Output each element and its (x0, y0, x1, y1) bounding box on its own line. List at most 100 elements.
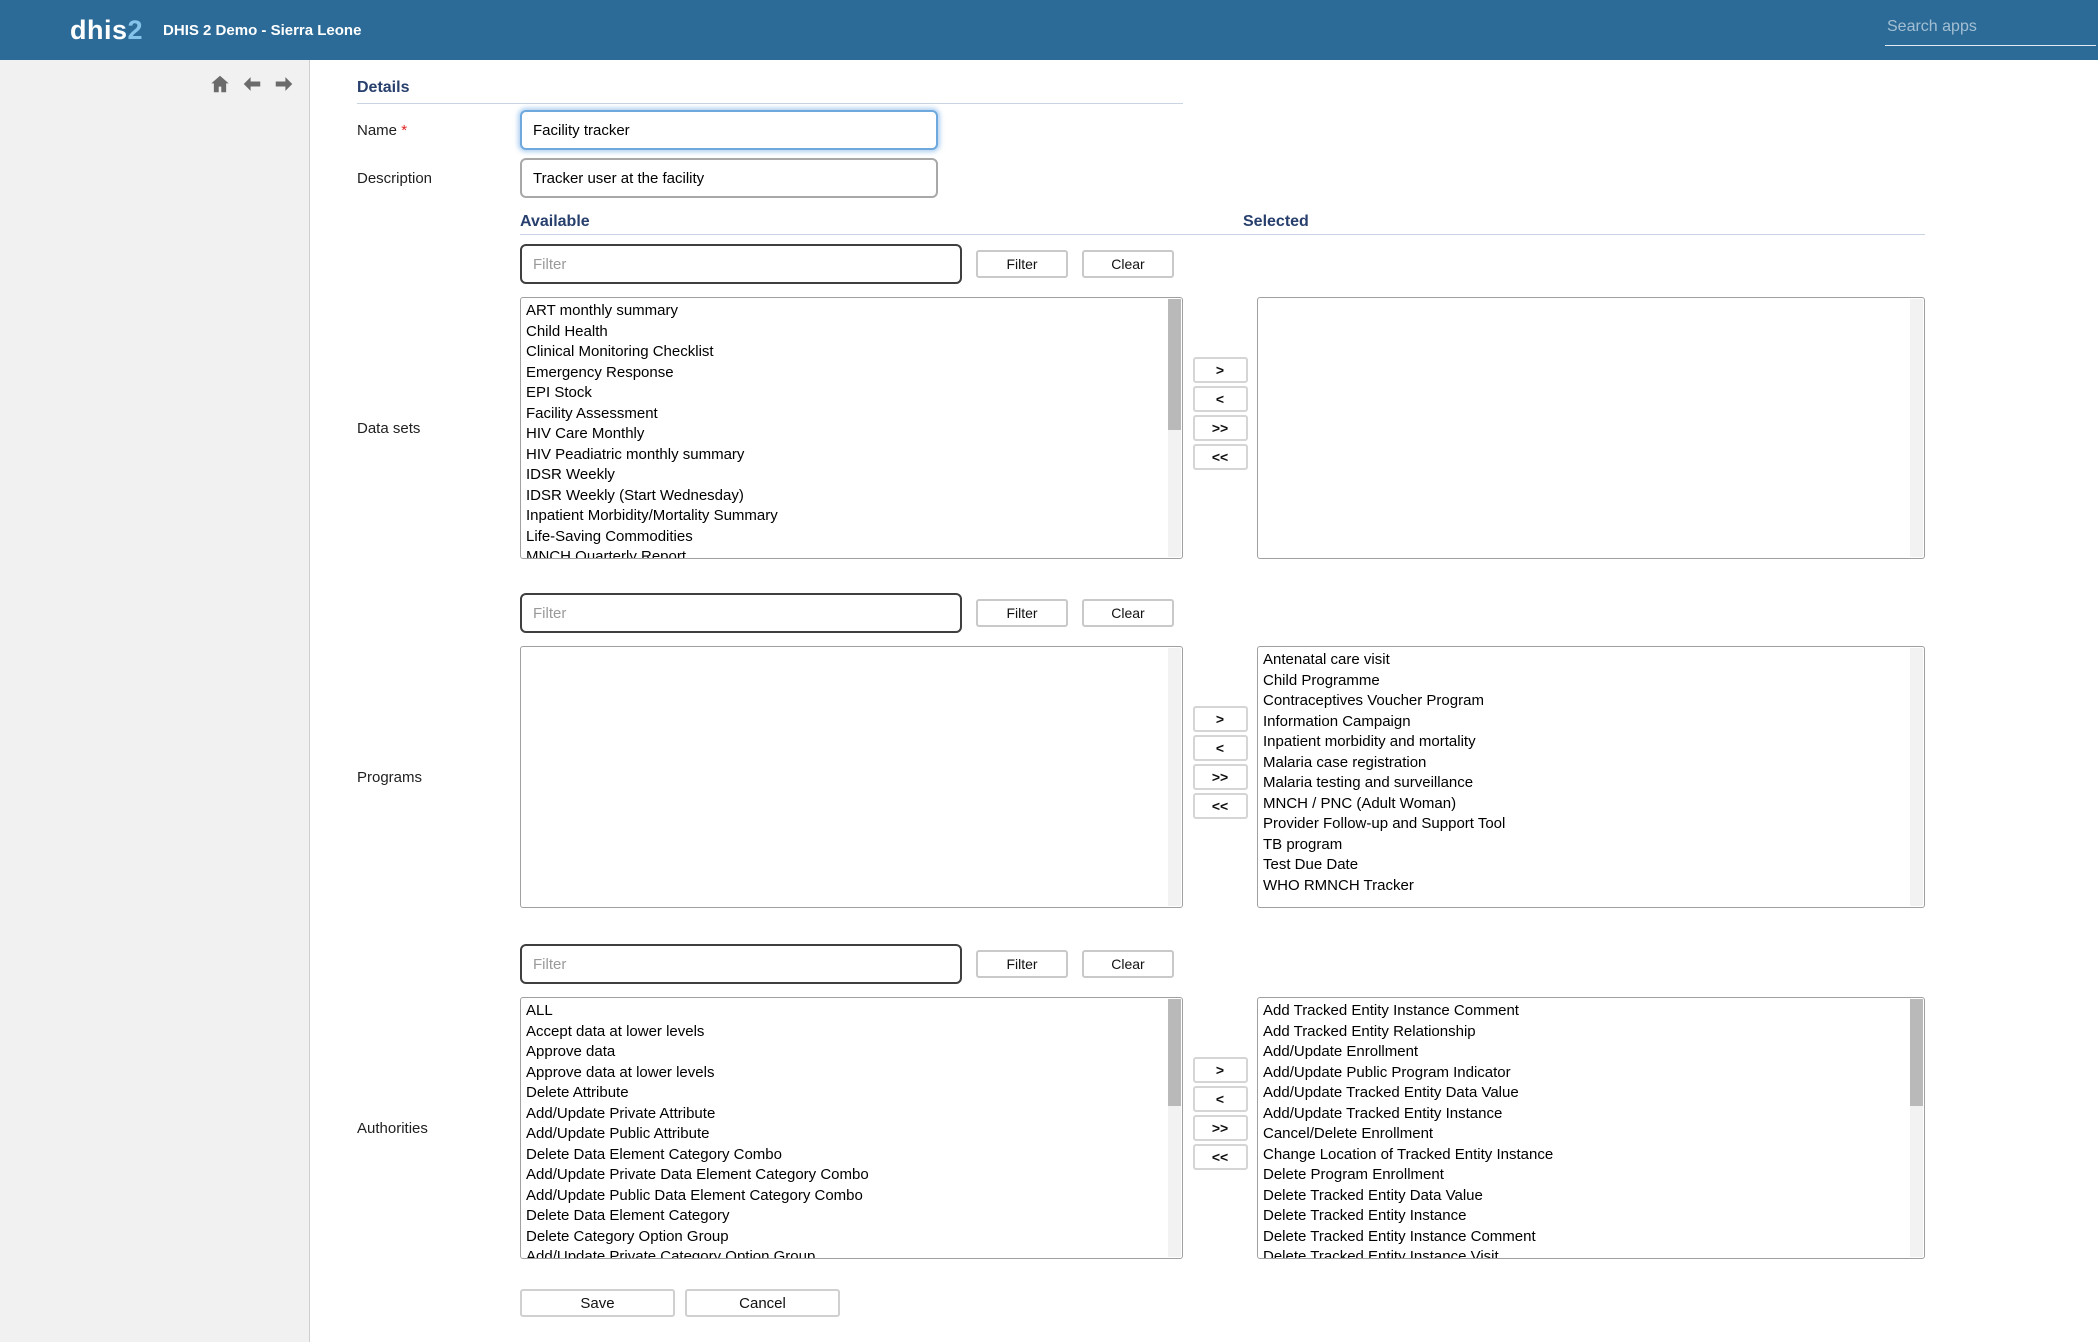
list-item[interactable]: Approve data at lower levels (521, 1063, 1182, 1084)
cancel-button[interactable]: Cancel (685, 1289, 840, 1317)
list-item[interactable]: Add/Update Public Attribute (521, 1124, 1182, 1145)
list-item[interactable]: Provider Follow-up and Support Tool (1258, 814, 1924, 835)
authorities-move-right-button[interactable]: > (1193, 1057, 1248, 1083)
scrollbar-track[interactable] (1168, 299, 1181, 557)
programs-filter-input[interactable] (520, 593, 962, 633)
list-item[interactable]: Delete Program Enrollment (1258, 1165, 1924, 1186)
list-item[interactable]: Test Due Date (1258, 855, 1924, 876)
list-item[interactable]: TB program (1258, 835, 1924, 856)
list-item[interactable]: Delete Attribute (521, 1083, 1182, 1104)
list-item[interactable]: Child Health (521, 322, 1182, 343)
scrollbar-track[interactable] (1910, 648, 1923, 906)
list-item[interactable]: Add/Update Tracked Entity Instance (1258, 1104, 1924, 1125)
list-item[interactable]: Cancel/Delete Enrollment (1258, 1124, 1924, 1145)
list-item[interactable]: MNCH Quarterly Report (521, 547, 1182, 559)
authorities-selected-list[interactable]: Add Tracked Entity Instance CommentAdd T… (1257, 997, 1925, 1259)
list-item[interactable]: Facility Assessment (521, 404, 1182, 425)
list-item[interactable]: Contraceptives Voucher Program (1258, 691, 1924, 712)
authorities-clear-button[interactable]: Clear (1082, 950, 1174, 978)
datasets-available-list[interactable]: ART monthly summaryChild HealthClinical … (520, 297, 1183, 559)
home-icon[interactable] (209, 73, 231, 95)
authorities-available-list[interactable]: ALLAccept data at lower levelsApprove da… (520, 997, 1183, 1259)
scrollbar-track[interactable] (1910, 299, 1923, 557)
list-item[interactable]: Information Campaign (1258, 712, 1924, 733)
list-item[interactable]: Malaria case registration (1258, 753, 1924, 774)
description-input[interactable] (520, 158, 938, 198)
list-item[interactable]: Add Tracked Entity Relationship (1258, 1022, 1924, 1043)
save-button[interactable]: Save (520, 1289, 675, 1317)
instance-title: DHIS 2 Demo - Sierra Leone (163, 22, 361, 39)
programs-move-right-button[interactable]: > (1193, 706, 1248, 732)
datasets-filter-button[interactable]: Filter (976, 250, 1068, 278)
scrollbar-track[interactable] (1910, 999, 1923, 1257)
programs-move-all-left-button[interactable]: << (1193, 793, 1248, 819)
list-item[interactable]: Delete Tracked Entity Data Value (1258, 1186, 1924, 1207)
programs-label: Programs (357, 769, 520, 786)
list-item[interactable]: ALL (521, 1001, 1182, 1022)
list-item[interactable]: Delete Data Element Category (521, 1206, 1182, 1227)
datasets-move-left-button[interactable]: < (1193, 386, 1248, 412)
divider (520, 234, 1257, 235)
list-item[interactable]: Inpatient Morbidity/Mortality Summary (521, 506, 1182, 527)
datasets-move-right-button[interactable]: > (1193, 357, 1248, 383)
scrollbar-track[interactable] (1168, 648, 1181, 906)
programs-available-list[interactable] (520, 646, 1183, 908)
name-input[interactable] (520, 110, 938, 150)
list-item[interactable]: WHO RMNCH Tracker (1258, 876, 1924, 897)
list-item[interactable]: Accept data at lower levels (521, 1022, 1182, 1043)
list-item[interactable]: ART monthly summary (521, 301, 1182, 322)
list-item[interactable]: Malaria testing and surveillance (1258, 773, 1924, 794)
scrollbar-thumb[interactable] (1168, 299, 1181, 430)
list-item[interactable]: Delete Tracked Entity Instance Comment (1258, 1227, 1924, 1248)
list-item[interactable]: Delete Tracked Entity Instance Visit (1258, 1247, 1924, 1259)
datasets-move-all-left-button[interactable]: << (1193, 444, 1248, 470)
programs-clear-button[interactable]: Clear (1082, 599, 1174, 627)
scrollbar-thumb[interactable] (1168, 999, 1181, 1106)
list-item[interactable]: Add/Update Enrollment (1258, 1042, 1924, 1063)
search-apps-input[interactable] (1885, 14, 2096, 46)
programs-move-left-button[interactable]: < (1193, 735, 1248, 761)
list-item[interactable]: Emergency Response (521, 363, 1182, 384)
scrollbar-thumb[interactable] (1910, 999, 1923, 1106)
list-item[interactable]: Clinical Monitoring Checklist (521, 342, 1182, 363)
datasets-selected-list[interactable] (1257, 297, 1925, 559)
list-item[interactable]: Delete Category Option Group (521, 1227, 1182, 1248)
forward-arrow-icon[interactable] (273, 73, 295, 95)
list-item[interactable]: EPI Stock (521, 383, 1182, 404)
scrollbar-track[interactable] (1168, 999, 1181, 1257)
list-item[interactable]: Add/Update Tracked Entity Data Value (1258, 1083, 1924, 1104)
logo-accent: 2 (128, 15, 144, 45)
programs-selected-list[interactable]: Antenatal care visitChild ProgrammeContr… (1257, 646, 1925, 908)
list-item[interactable]: Add Tracked Entity Instance Comment (1258, 1001, 1924, 1022)
list-item[interactable]: Change Location of Tracked Entity Instan… (1258, 1145, 1924, 1166)
back-arrow-icon[interactable] (241, 73, 263, 95)
authorities-filter-input[interactable] (520, 944, 962, 984)
list-item[interactable]: Approve data (521, 1042, 1182, 1063)
list-item[interactable]: HIV Care Monthly (521, 424, 1182, 445)
list-item[interactable]: HIV Peadiatric monthly summary (521, 445, 1182, 466)
datasets-clear-button[interactable]: Clear (1082, 250, 1174, 278)
datasets-move-all-right-button[interactable]: >> (1193, 415, 1248, 441)
programs-move-all-right-button[interactable]: >> (1193, 764, 1248, 790)
authorities-move-all-right-button[interactable]: >> (1193, 1115, 1248, 1141)
authorities-filter-button[interactable]: Filter (976, 950, 1068, 978)
datasets-filter-input[interactable] (520, 244, 962, 284)
list-item[interactable]: Add/Update Private Category Option Group (521, 1247, 1182, 1259)
authorities-move-all-left-button[interactable]: << (1193, 1144, 1248, 1170)
available-heading: Available (520, 212, 1257, 231)
authorities-move-left-button[interactable]: < (1193, 1086, 1248, 1112)
list-item[interactable]: Antenatal care visit (1258, 650, 1924, 671)
programs-filter-button[interactable]: Filter (976, 599, 1068, 627)
list-item[interactable]: Add/Update Public Program Indicator (1258, 1063, 1924, 1084)
list-item[interactable]: MNCH / PNC (Adult Woman) (1258, 794, 1924, 815)
list-item[interactable]: Life-Saving Commodities (521, 527, 1182, 548)
list-item[interactable]: Add/Update Private Attribute (521, 1104, 1182, 1125)
list-item[interactable]: Delete Tracked Entity Instance (1258, 1206, 1924, 1227)
list-item[interactable]: Inpatient morbidity and mortality (1258, 732, 1924, 753)
list-item[interactable]: Add/Update Private Data Element Category… (521, 1165, 1182, 1186)
list-item[interactable]: IDSR Weekly (Start Wednesday) (521, 486, 1182, 507)
list-item[interactable]: Delete Data Element Category Combo (521, 1145, 1182, 1166)
list-item[interactable]: Child Programme (1258, 671, 1924, 692)
list-item[interactable]: IDSR Weekly (521, 465, 1182, 486)
list-item[interactable]: Add/Update Public Data Element Category … (521, 1186, 1182, 1207)
